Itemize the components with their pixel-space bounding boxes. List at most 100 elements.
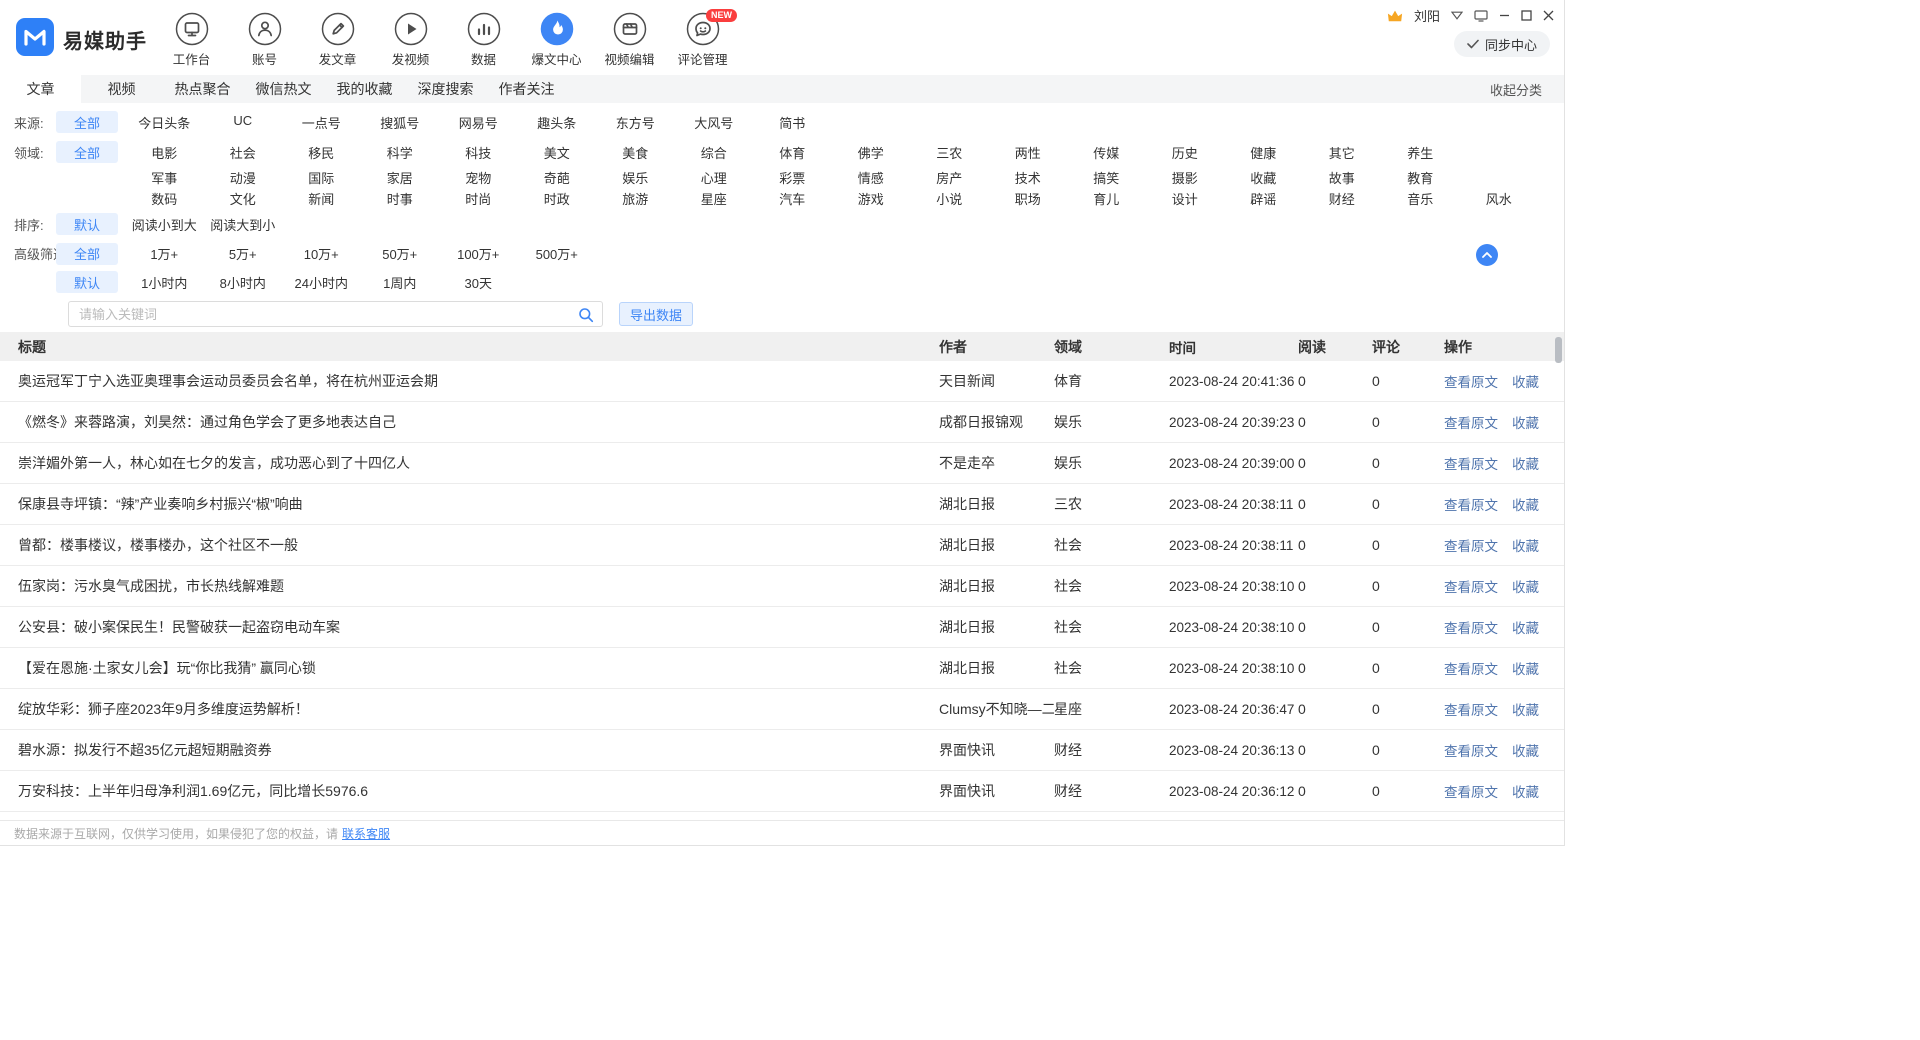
domain-option[interactable]: 养生: [1381, 143, 1460, 162]
mini-mode-icon[interactable]: [1474, 10, 1488, 22]
view-original-link[interactable]: 查看原文: [1444, 658, 1498, 678]
view-original-link[interactable]: 查看原文: [1444, 617, 1498, 637]
source-option[interactable]: 网易号: [439, 113, 518, 132]
source-option[interactable]: 今日头条: [125, 113, 204, 132]
view-original-link[interactable]: 查看原文: [1444, 740, 1498, 760]
domain-all-chip[interactable]: 全部: [56, 141, 118, 163]
nav-workbench[interactable]: 工作台: [155, 12, 228, 68]
read-option[interactable]: 100万+: [439, 244, 518, 263]
favorite-link[interactable]: 收藏: [1512, 371, 1539, 391]
domain-option[interactable]: 心理: [675, 168, 754, 187]
domain-option[interactable]: 国际: [282, 168, 361, 187]
sync-center-button[interactable]: 同步中心: [1454, 31, 1550, 57]
domain-option[interactable]: 辟谣: [1224, 189, 1303, 208]
domain-option[interactable]: 健康: [1224, 143, 1303, 162]
nav-publish-article[interactable]: 发文章: [301, 12, 374, 68]
domain-option[interactable]: 娱乐: [596, 168, 675, 187]
domain-option[interactable]: 房产: [910, 168, 989, 187]
user-name[interactable]: 刘阳: [1414, 6, 1440, 25]
dropdown-icon[interactable]: [1451, 11, 1463, 20]
read-option[interactable]: 50万+: [361, 244, 440, 263]
favorite-link[interactable]: 收藏: [1512, 453, 1539, 473]
sort-default-chip[interactable]: 默认: [56, 213, 118, 235]
view-original-link[interactable]: 查看原文: [1444, 781, 1498, 801]
view-original-link[interactable]: 查看原文: [1444, 576, 1498, 596]
domain-option[interactable]: 军事: [125, 168, 204, 187]
view-original-link[interactable]: 查看原文: [1444, 412, 1498, 432]
domain-option[interactable]: 育儿: [1067, 189, 1146, 208]
contact-support-link[interactable]: 联系客服: [342, 825, 390, 842]
time-option[interactable]: 30天: [439, 273, 518, 292]
source-option[interactable]: 搜狐号: [361, 113, 440, 132]
view-original-link[interactable]: 查看原文: [1444, 453, 1498, 473]
favorite-link[interactable]: 收藏: [1512, 740, 1539, 760]
nav-data[interactable]: 数据: [447, 12, 520, 68]
domain-option[interactable]: 社会: [204, 143, 283, 162]
read-option[interactable]: 1万+: [125, 244, 204, 263]
domain-option[interactable]: 游戏: [832, 189, 911, 208]
domain-option[interactable]: 奇葩: [518, 168, 597, 187]
table-scrollbar-thumb[interactable]: [1555, 337, 1562, 363]
domain-option[interactable]: 家居: [361, 168, 440, 187]
domain-option[interactable]: 汽车: [753, 189, 832, 208]
collapse-filters-button[interactable]: [1476, 244, 1498, 266]
domain-option[interactable]: 时尚: [439, 189, 518, 208]
collapse-categories-link[interactable]: 收起分类: [1490, 75, 1564, 103]
view-original-link[interactable]: 查看原文: [1444, 699, 1498, 719]
domain-option[interactable]: 其它: [1303, 143, 1382, 162]
domain-option[interactable]: 摄影: [1146, 168, 1225, 187]
domain-option[interactable]: 动漫: [204, 168, 283, 187]
tab-articles[interactable]: 文章: [0, 75, 81, 103]
nav-account[interactable]: 账号: [228, 12, 301, 68]
view-original-link[interactable]: 查看原文: [1444, 494, 1498, 514]
tab-author-follow[interactable]: 作者关注: [486, 75, 567, 103]
favorite-link[interactable]: 收藏: [1512, 658, 1539, 678]
close-icon[interactable]: [1543, 10, 1554, 21]
favorite-link[interactable]: 收藏: [1512, 494, 1539, 514]
tab-deep-search[interactable]: 深度搜索: [405, 75, 486, 103]
domain-option[interactable]: 三农: [910, 143, 989, 162]
tab-my-favorites[interactable]: 我的收藏: [324, 75, 405, 103]
domain-option[interactable]: 历史: [1146, 143, 1225, 162]
minimize-icon[interactable]: [1499, 10, 1510, 21]
source-option[interactable]: 一点号: [282, 113, 361, 132]
view-original-link[interactable]: 查看原文: [1444, 371, 1498, 391]
tab-videos[interactable]: 视频: [81, 75, 162, 103]
export-data-button[interactable]: 导出数据: [619, 302, 693, 326]
read-option[interactable]: 10万+: [282, 244, 361, 263]
sort-option[interactable]: 阅读小到大: [125, 215, 204, 234]
source-option[interactable]: 东方号: [596, 113, 675, 132]
tab-wechat-hot[interactable]: 微信热文: [243, 75, 324, 103]
domain-option[interactable]: 搞笑: [1067, 168, 1146, 187]
time-option[interactable]: 1周内: [361, 273, 440, 292]
domain-option[interactable]: 风水: [1460, 189, 1539, 208]
time-default-chip[interactable]: 默认: [56, 271, 118, 293]
source-option[interactable]: 大风号: [675, 113, 754, 132]
read-option[interactable]: 5万+: [204, 244, 283, 263]
favorite-link[interactable]: 收藏: [1512, 617, 1539, 637]
domain-option[interactable]: 宠物: [439, 168, 518, 187]
source-option[interactable]: 简书: [753, 113, 832, 132]
domain-option[interactable]: 职场: [989, 189, 1068, 208]
domain-option[interactable]: 美文: [518, 143, 597, 162]
nav-publish-video[interactable]: 发视频: [374, 12, 447, 68]
favorite-link[interactable]: 收藏: [1512, 535, 1539, 555]
domain-option[interactable]: 数码: [125, 189, 204, 208]
domain-option[interactable]: 文化: [204, 189, 283, 208]
domain-option[interactable]: 佛学: [832, 143, 911, 162]
favorite-link[interactable]: 收藏: [1512, 781, 1539, 801]
domain-option[interactable]: 两性: [989, 143, 1068, 162]
domain-option[interactable]: 移民: [282, 143, 361, 162]
domain-option[interactable]: 科技: [439, 143, 518, 162]
tab-hot-aggregation[interactable]: 热点聚合: [162, 75, 243, 103]
domain-option[interactable]: 电影: [125, 143, 204, 162]
favorite-link[interactable]: 收藏: [1512, 699, 1539, 719]
keyword-input[interactable]: [69, 307, 602, 322]
domain-option[interactable]: 科学: [361, 143, 440, 162]
source-option[interactable]: UC: [204, 113, 283, 132]
nav-video-edit[interactable]: 视频编辑: [593, 12, 666, 68]
domain-option[interactable]: 彩票: [753, 168, 832, 187]
favorite-link[interactable]: 收藏: [1512, 412, 1539, 432]
domain-option[interactable]: 时事: [361, 189, 440, 208]
nav-hot-center[interactable]: 爆文中心: [520, 12, 593, 68]
